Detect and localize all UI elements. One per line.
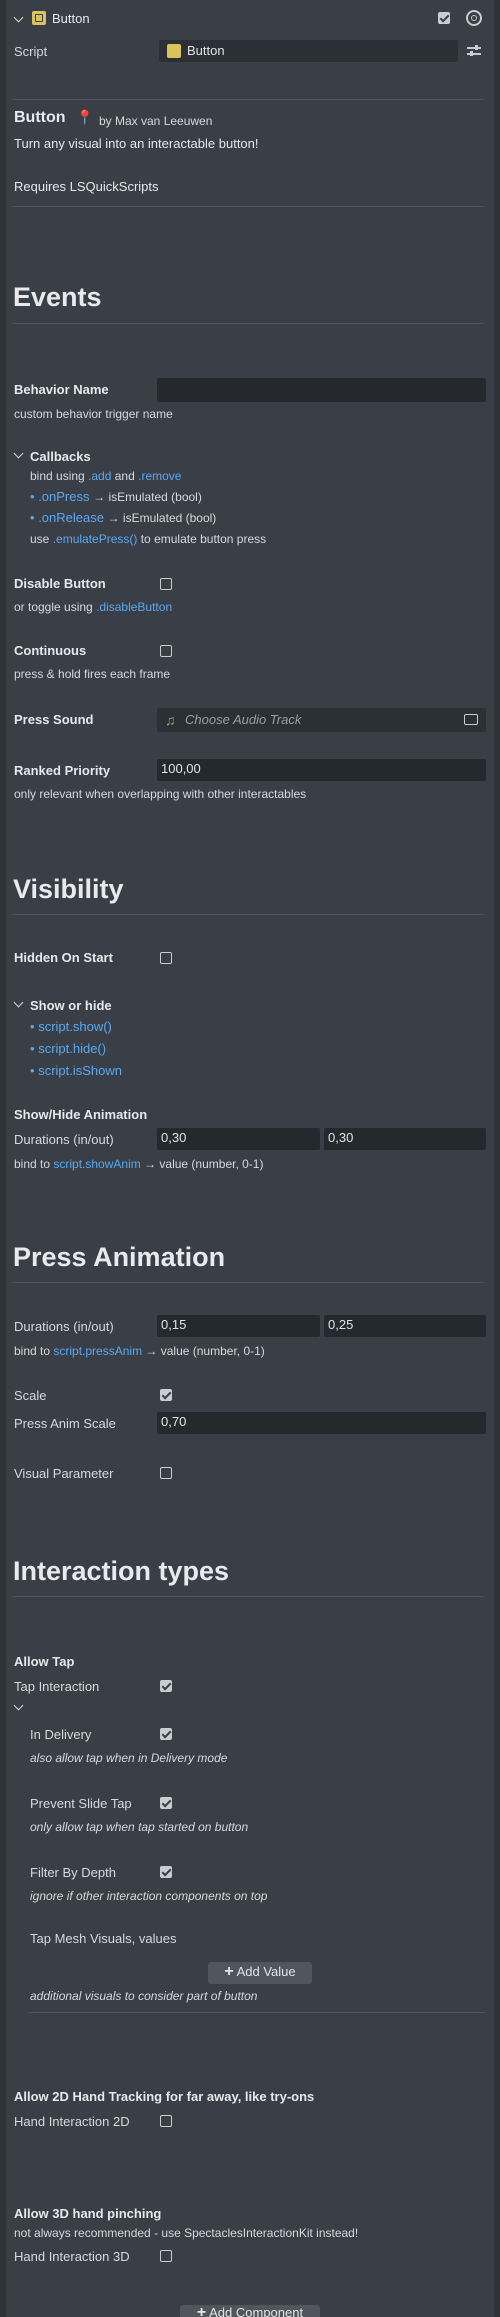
scale-checkbox[interactable]: [160, 1389, 172, 1401]
plus-icon: +: [196, 2304, 207, 2317]
press-durations-label: Durations (in/out): [14, 1319, 114, 1334]
vis-duration-in-input[interactable]: 0,30: [157, 1128, 320, 1150]
plus-icon: +: [224, 1963, 234, 1980]
behavior-name-label: Behavior Name: [14, 382, 109, 397]
press-animation-heading: Press Animation: [13, 1242, 226, 1272]
add-component-button[interactable]: + Add Component: [180, 2305, 320, 2317]
callbacks-use-line: use .emulatePress() to emulate button pr…: [30, 532, 267, 546]
pin-icon: 📍: [76, 109, 94, 125]
show-hide-label[interactable]: Show or hide: [30, 998, 112, 1013]
callback-onpress: • .onPress → isEmulated (bool): [30, 489, 202, 504]
header-name: Button: [14, 109, 66, 126]
settings-sliders-icon[interactable]: [467, 45, 481, 57]
hand-3d-label: Hand Interaction 3D: [14, 2249, 130, 2264]
visual-parameter-checkbox[interactable]: [160, 1467, 172, 1479]
vis-duration-out-input[interactable]: 0,30: [324, 1128, 486, 1150]
vis-durations-label: Durations (in/out): [14, 1132, 114, 1147]
press-duration-out-input[interactable]: 0,25: [324, 1315, 486, 1337]
tap-options-chevron-icon[interactable]: [13, 1700, 24, 1711]
interaction-types-heading: Interaction types: [13, 1556, 230, 1586]
behavior-name-input[interactable]: [157, 378, 486, 402]
tap-interaction-checkbox[interactable]: [160, 1680, 172, 1692]
show-hide-chevron-icon[interactable]: [13, 997, 24, 1008]
hidden-on-start-checkbox[interactable]: [160, 952, 172, 964]
behavior-name-hint: custom behavior trigger name: [14, 407, 173, 421]
scale-label: Scale: [14, 1388, 47, 1403]
allow-2d-label: Allow 2D Hand Tracking for far away, lik…: [14, 2089, 315, 2104]
callbacks-chevron-icon[interactable]: [13, 448, 24, 459]
script-field[interactable]: Button: [159, 40, 458, 62]
press-sound-field[interactable]: ♫ Choose Audio Track: [157, 708, 486, 732]
script-label: Script: [14, 44, 48, 59]
audio-note-icon: ♫: [165, 712, 176, 728]
divider: [12, 1282, 484, 1283]
script-field-value: Button: [187, 43, 225, 58]
vis-bind-hint: bind to script.showAnim → value (number,…: [14, 1157, 264, 1171]
press-sound-placeholder: Choose Audio Track: [185, 712, 302, 727]
visual-parameter-label: Visual Parameter: [14, 1466, 114, 1481]
hand-2d-label: Hand Interaction 2D: [14, 2114, 130, 2129]
press-anim-scale-label: Press Anim Scale: [14, 1416, 116, 1431]
header-author: by Max van Leeuwen: [99, 114, 213, 128]
callback-onrelease: • .onRelease → isEmulated (bool): [30, 510, 217, 525]
filter-depth-hint: ignore if other interaction components o…: [30, 1889, 268, 1903]
script-icon: [32, 11, 46, 25]
allow-3d-hint: not always recommended - use SpectaclesI…: [14, 2226, 359, 2240]
filter-depth-label: Filter By Depth: [30, 1865, 116, 1880]
events-heading: Events: [13, 282, 102, 312]
prevent-slide-label: Prevent Slide Tap: [30, 1796, 132, 1811]
press-sound-label: Press Sound: [14, 712, 94, 727]
gear-icon[interactable]: [466, 10, 482, 26]
continuous-hint: press & hold fires each frame: [14, 667, 171, 681]
ranked-priority-input[interactable]: 100,00: [157, 759, 486, 781]
inspector-panel: Button Script Button Button 📍 by Max van…: [6, 0, 494, 2300]
component-enabled-checkbox[interactable]: [438, 12, 450, 24]
hidden-on-start-label: Hidden On Start: [14, 950, 113, 965]
in-delivery-label: In Delivery: [30, 1727, 92, 1742]
divider: [12, 99, 484, 100]
divider: [12, 206, 484, 207]
press-duration-in-input[interactable]: 0,15: [157, 1315, 320, 1337]
continuous-checkbox[interactable]: [160, 645, 172, 657]
collapse-chevron-icon[interactable]: [13, 12, 24, 23]
right-gutter: [494, 0, 500, 2317]
hand-2d-checkbox[interactable]: [160, 2115, 172, 2127]
prevent-slide-checkbox[interactable]: [160, 1797, 172, 1809]
show-hide-anim-label: Show/Hide Animation: [14, 1107, 148, 1122]
in-delivery-hint: also allow tap when in Delivery mode: [30, 1751, 228, 1765]
continuous-label: Continuous: [14, 643, 87, 658]
divider: [12, 1596, 484, 1597]
disable-button-hint: or toggle using .disableButton: [14, 600, 173, 614]
in-delivery-checkbox[interactable]: [160, 1728, 172, 1740]
script-asset-icon: [167, 44, 181, 58]
hand-3d-checkbox[interactable]: [160, 2250, 172, 2262]
divider: [12, 914, 484, 915]
tap-mesh-hint: additional visuals to consider part of b…: [30, 1989, 258, 2003]
tap-mesh-label: Tap Mesh Visuals, values: [30, 1931, 177, 1946]
allow-3d-label: Allow 3D hand pinching: [14, 2206, 162, 2221]
divider: [12, 323, 484, 324]
add-value-button[interactable]: + Add Value: [208, 1962, 312, 1984]
visibility-heading: Visibility: [13, 874, 124, 904]
filter-depth-checkbox[interactable]: [160, 1866, 172, 1878]
press-anim-scale-input[interactable]: 0,70: [157, 1412, 486, 1434]
header-requires: Requires LSQuickScripts: [14, 179, 159, 194]
ranked-priority-label: Ranked Priority: [14, 763, 111, 778]
callbacks-label[interactable]: Callbacks: [30, 449, 91, 464]
show-hide-item: • script.isShown: [30, 1063, 122, 1078]
header-description: Turn any visual into an interactable but…: [14, 136, 259, 151]
disable-button-label: Disable Button: [14, 576, 106, 591]
callbacks-line1: bind using .add and .remove: [30, 469, 182, 483]
divider: [28, 2012, 486, 2013]
tap-interaction-label: Tap Interaction: [14, 1679, 100, 1694]
show-hide-item: • script.show(): [30, 1019, 112, 1034]
component-title: Button: [52, 11, 90, 26]
ranked-priority-hint: only relevant when overlapping with othe…: [14, 787, 307, 801]
disable-button-checkbox[interactable]: [160, 578, 172, 590]
show-hide-item: • script.hide(): [30, 1041, 107, 1056]
allow-tap-label: Allow Tap: [14, 1654, 75, 1669]
press-bind-hint: bind to script.pressAnim → value (number…: [14, 1344, 265, 1358]
folder-icon[interactable]: [464, 714, 478, 725]
prevent-slide-hint: only allow tap when tap started on butto…: [30, 1820, 249, 1834]
